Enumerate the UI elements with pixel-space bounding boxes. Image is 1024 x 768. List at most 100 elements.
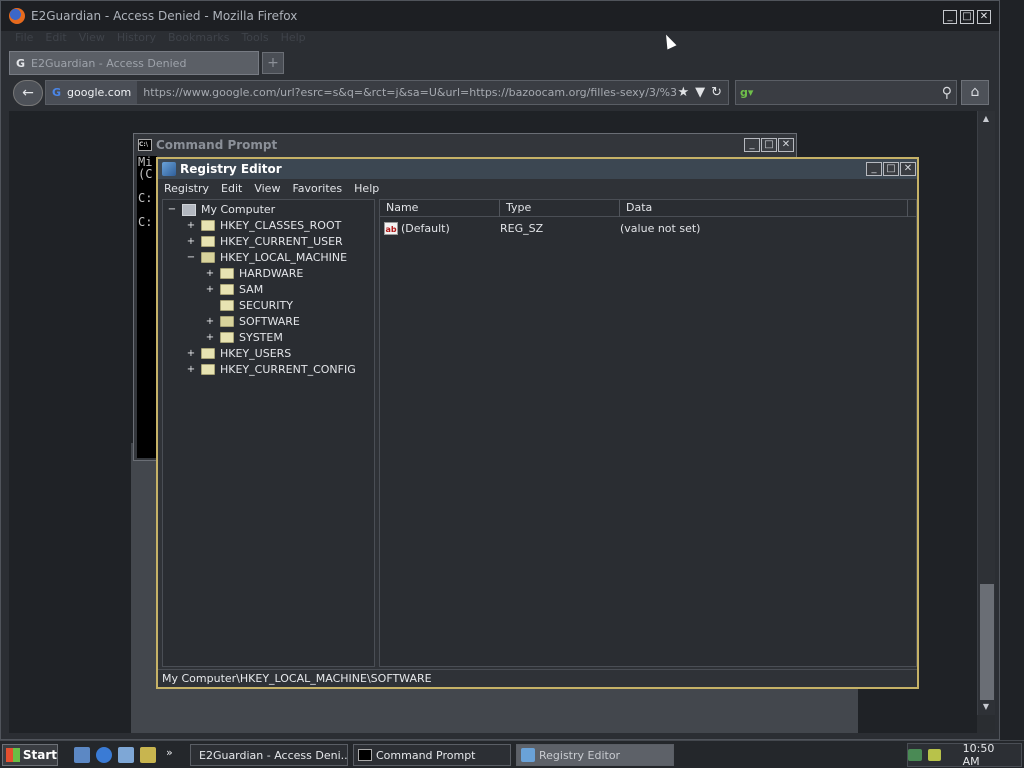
scroll-down-icon[interactable]: ▼ [979, 700, 993, 714]
search-box[interactable]: g▾ ⚲ [735, 80, 957, 105]
tree-node-hkey-local-machine[interactable]: − HKEY_LOCAL_MACHINE [186, 251, 347, 264]
tree-node-system[interactable]: + SYSTEM [205, 331, 283, 344]
new-tab-button[interactable]: + [262, 52, 284, 74]
tree-node-sam[interactable]: + SAM [205, 283, 263, 296]
expand-icon[interactable]: + [186, 348, 196, 359]
start-label: Start [22, 748, 57, 762]
column-name[interactable]: Name [380, 200, 500, 217]
quicklaunch-explorer-icon[interactable] [118, 747, 134, 763]
expand-icon[interactable]: + [205, 268, 215, 279]
collapse-icon[interactable]: − [186, 252, 196, 263]
back-button[interactable]: ← [13, 80, 43, 106]
tray-app-icon[interactable] [927, 749, 941, 761]
menu-edit[interactable]: Edit [45, 31, 66, 47]
site-identity-label: google.com [67, 86, 132, 99]
minimize-button[interactable]: _ [943, 10, 957, 24]
expand-icon[interactable]: + [205, 316, 215, 327]
history-dropdown-icon[interactable]: ▼ [695, 85, 705, 100]
regedit-maximize-button[interactable]: □ [883, 162, 899, 176]
console-line: C: [138, 215, 153, 229]
menu-view[interactable]: View [79, 31, 105, 47]
firefox-title-bar[interactable]: E2Guardian - Access Denied - Mozilla Fir… [1, 1, 999, 31]
folder-icon [220, 332, 234, 343]
expand-icon[interactable]: + [205, 284, 215, 295]
tree-node-label: HARDWARE [239, 267, 304, 280]
search-icon[interactable]: ⚲ [942, 85, 952, 101]
folder-icon [201, 364, 215, 375]
tree-node-label: HKEY_CURRENT_CONFIG [220, 363, 356, 376]
quicklaunch-ie-icon[interactable] [96, 747, 112, 763]
menu-edit[interactable]: Edit [221, 182, 242, 195]
expand-icon[interactable]: + [186, 236, 196, 247]
command-prompt-title-bar[interactable]: C:\ Command Prompt [134, 134, 796, 156]
tree-node-hkey-classes-root[interactable]: + HKEY_CLASSES_ROOT [186, 219, 342, 232]
tree-node-hkey-users[interactable]: + HKEY_USERS [186, 347, 291, 360]
menu-view[interactable]: View [254, 182, 280, 195]
menu-help[interactable]: Help [354, 182, 379, 195]
expand-icon[interactable]: + [186, 220, 196, 231]
quicklaunch-desktop-icon[interactable] [74, 747, 90, 763]
home-button[interactable]: ⌂ [961, 80, 989, 105]
cmd-minimize-button[interactable]: _ [744, 138, 760, 152]
start-button[interactable]: Start [2, 744, 58, 766]
cmd-maximize-button[interactable]: □ [761, 138, 777, 152]
column-type[interactable]: Type [500, 200, 620, 217]
network-icon[interactable] [908, 749, 922, 761]
tree-node-label: HKEY_CLASSES_ROOT [220, 219, 342, 232]
taskbar-button-command-prompt[interactable]: Command Prompt [353, 744, 511, 766]
menu-tools[interactable]: Tools [241, 31, 268, 47]
reload-icon[interactable]: ↻ [711, 85, 722, 100]
maximize-button[interactable]: □ [960, 10, 974, 24]
tree-node-hardware[interactable]: + HARDWARE [205, 267, 304, 280]
quicklaunch-folder-icon[interactable] [140, 747, 156, 763]
value-data: (value not set) [620, 221, 701, 235]
console-output[interactable]: Mi (C C: C: [137, 156, 157, 458]
collapse-icon[interactable]: − [167, 204, 177, 215]
registry-values-pane[interactable]: Name Type Data ab (Default) REG_SZ (valu… [379, 199, 917, 667]
google-favicon: G [16, 56, 26, 70]
taskbar-button-registry-editor[interactable]: Registry Editor [516, 744, 674, 766]
regedit-minimize-button[interactable]: _ [866, 162, 882, 176]
tree-node-hkey-current-user[interactable]: + HKEY_CURRENT_USER [186, 235, 343, 248]
site-identity-button[interactable]: G google.com [46, 81, 138, 104]
menu-favorites[interactable]: Favorites [292, 182, 342, 195]
registry-editor-title-bar[interactable]: Registry Editor [158, 159, 917, 179]
regedit-icon [521, 748, 535, 762]
tree-node-label: SYSTEM [239, 331, 283, 344]
cmd-close-button[interactable]: ✕ [778, 138, 794, 152]
browser-tab[interactable]: G E2Guardian - Access Denied [9, 51, 259, 75]
expand-icon[interactable]: + [186, 364, 196, 375]
scrollbar-thumb[interactable] [980, 584, 994, 700]
registry-editor-title: Registry Editor [180, 162, 282, 176]
taskbar-label: Registry Editor [539, 748, 621, 762]
scroll-up-icon[interactable]: ▲ [979, 112, 993, 126]
registry-editor-window[interactable]: Registry Editor _ □ ✕ Registry Edit View… [156, 157, 919, 689]
tree-node-label: SAM [239, 283, 264, 296]
tree-node-my-computer[interactable]: − My Computer [167, 203, 275, 216]
registry-tree-pane[interactable]: − My Computer + HKEY_CLASSES_ROOT + HKEY… [162, 199, 375, 667]
close-button[interactable]: ✕ [977, 10, 991, 24]
taskbar-button-firefox[interactable]: E2Guardian - Access Deni... [190, 744, 348, 766]
resize-grip[interactable] [977, 715, 995, 733]
value-row[interactable]: ab (Default) REG_SZ (value not set) [384, 220, 700, 236]
menu-history[interactable]: History [117, 31, 156, 47]
tree-node-label: HKEY_USERS [220, 347, 292, 360]
url-bar[interactable]: G google.com https://www.google.com/url?… [45, 80, 729, 105]
tree-node-hkey-current-config[interactable]: + HKEY_CURRENT_CONFIG [186, 363, 356, 376]
search-engine-icon[interactable]: g▾ [740, 86, 753, 99]
menu-help[interactable]: Help [281, 31, 306, 47]
tree-node-security[interactable]: SECURITY [205, 299, 293, 312]
bookmark-star-icon[interactable]: ★ [677, 85, 689, 100]
firefox-icon [9, 8, 25, 24]
expand-icon[interactable]: + [205, 332, 215, 343]
quicklaunch-more-icon[interactable]: » [166, 746, 173, 759]
regedit-close-button[interactable]: ✕ [900, 162, 916, 176]
menu-bookmarks[interactable]: Bookmarks [168, 31, 229, 47]
tree-node-software[interactable]: + SOFTWARE [205, 315, 300, 328]
menu-file[interactable]: File [15, 31, 33, 47]
column-data[interactable]: Data [620, 200, 908, 217]
regedit-icon [162, 162, 176, 176]
menu-registry[interactable]: Registry [164, 182, 209, 195]
clock[interactable]: 10:50 AM [963, 742, 1013, 768]
url-text[interactable]: https://www.google.com/url?esrc=s&q=&rct… [137, 86, 677, 99]
